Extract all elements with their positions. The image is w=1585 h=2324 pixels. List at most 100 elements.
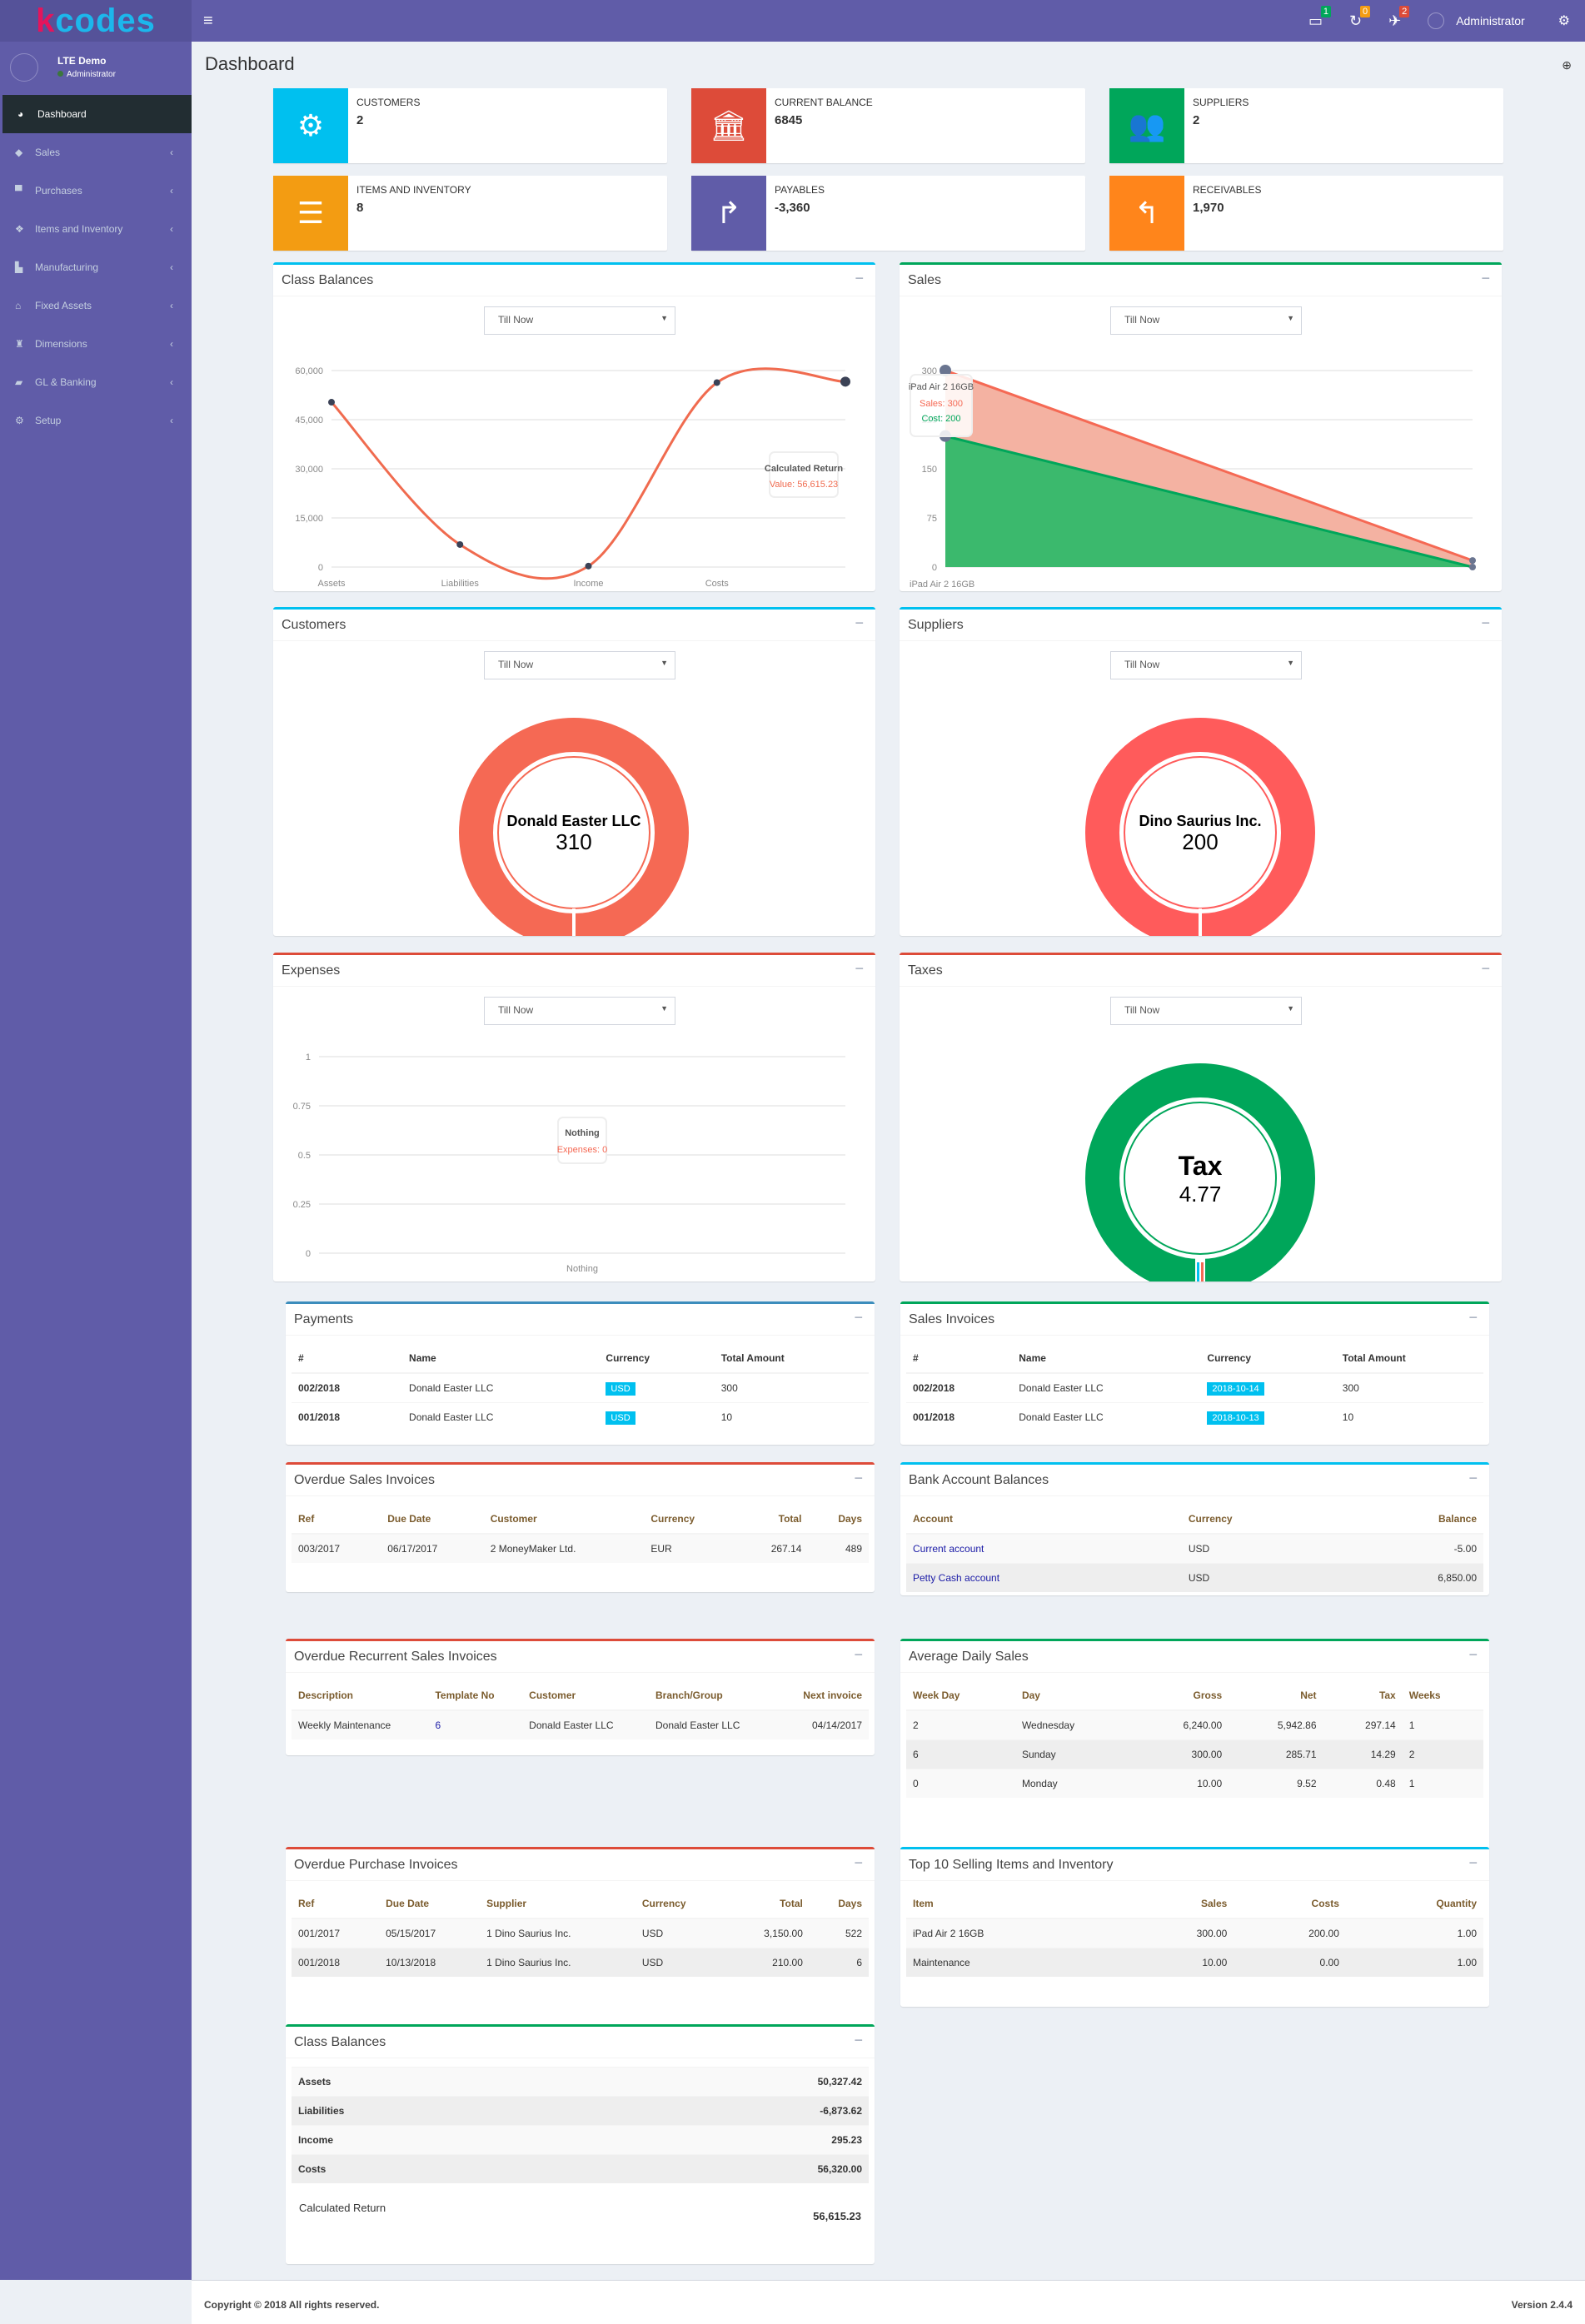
table-cell: Maintenance bbox=[906, 1948, 1122, 1977]
collapse-icon[interactable]: − bbox=[854, 1854, 863, 1872]
overdue-sales-panel: Overdue Sales Invoices − Ref Due Date Custo… bbox=[286, 1462, 875, 1592]
collapse-icon[interactable]: − bbox=[854, 1470, 863, 1487]
table-row: 2 Wednesday 6,240.00 5,942.86 297.14 1 bbox=[906, 1709, 1483, 1740]
table-cell: 1.00 bbox=[1345, 1948, 1483, 1977]
sidebar-item-fixed-assets[interactable]: ⌂ Fixed Assets ‹ bbox=[0, 286, 192, 325]
table-cell: USD bbox=[635, 1918, 727, 1948]
row-link[interactable]: Current account bbox=[913, 1543, 984, 1555]
row-link[interactable]: Petty Cash account bbox=[913, 1572, 999, 1584]
sidebar-item-manufacturing[interactable]: ▙ Manufacturing ‹ bbox=[0, 248, 192, 286]
table-cell: Donald Easter LLC bbox=[522, 1709, 649, 1739]
y-tick-label: 45,000 bbox=[295, 416, 323, 425]
panel-title: Taxes bbox=[908, 963, 943, 978]
table-header-row: Week Day Day Gross Net Tax Weeks bbox=[906, 1681, 1483, 1711]
panel-title: Average Daily Sales bbox=[909, 1650, 1029, 1664]
collapse-icon[interactable]: − bbox=[1481, 960, 1490, 978]
info-box-payables[interactable]: ↱ Payables -3,360 bbox=[691, 176, 1085, 251]
sidebar-item-label: Manufacturing bbox=[35, 261, 99, 273]
collapse-icon[interactable]: − bbox=[1481, 615, 1490, 632]
sidebar-item-setup[interactable]: ⚙ Setup ‹ bbox=[0, 401, 192, 440]
collapse-icon[interactable]: − bbox=[1468, 1309, 1478, 1326]
collapse-icon[interactable]: − bbox=[855, 270, 864, 287]
table-row: 001/2018 Donald Easter LLC 2018-10-13 10 bbox=[906, 1402, 1483, 1431]
row-link[interactable]: 6 bbox=[435, 1719, 441, 1731]
sidebar-toggle-icon[interactable]: ≡ bbox=[203, 12, 213, 31]
tooltip-value: Expenses: 0 bbox=[557, 1145, 608, 1155]
x-tick-label: Costs bbox=[705, 579, 730, 589]
info-box-suppliers[interactable]: 👥 Suppliers 2 bbox=[1109, 88, 1503, 163]
column-header: Weeks bbox=[1402, 1681, 1483, 1711]
sidebar-item-items-inventory[interactable]: ❖ Items and Inventory ‹ bbox=[0, 210, 192, 248]
table-cell: 6 bbox=[906, 1739, 1015, 1769]
table-row: 002/2018 Donald Easter LLC 2018-10-14 300 bbox=[906, 1372, 1483, 1403]
info-box-receivables[interactable]: ↰ Receivables 1,970 bbox=[1109, 176, 1503, 251]
info-box-customers[interactable]: ⚙ Customers 2 bbox=[273, 88, 667, 163]
tag-icon: ◆ bbox=[15, 147, 23, 158]
period-select[interactable]: Till Now ▼ bbox=[1110, 306, 1302, 335]
sidebar-item-label: Sales bbox=[35, 147, 61, 158]
donut-slice-small bbox=[1197, 1262, 1199, 1281]
period-select[interactable]: Till Now ▼ bbox=[1110, 997, 1302, 1025]
collapse-icon[interactable]: − bbox=[1468, 1646, 1478, 1664]
class-balances-table-panel: Class Balances − Assets 50,327.42 Liabiliti… bbox=[286, 2024, 875, 2264]
info-box-current-balance[interactable]: 🏛 Current Balance 6845 bbox=[691, 88, 1085, 163]
period-select[interactable]: Till Now ▼ bbox=[484, 997, 675, 1025]
binoculars-icon: ♜ bbox=[15, 338, 24, 350]
table-cell: 001/2018 bbox=[292, 1402, 403, 1431]
y-tick-label: 30,000 bbox=[295, 465, 323, 475]
page-title: Dashboard bbox=[205, 53, 295, 74]
credit-card-icon[interactable]: ▭ 1 bbox=[1308, 5, 1331, 30]
sidebar-item-dimensions[interactable]: ♜ Dimensions ‹ bbox=[0, 325, 192, 363]
help-icon[interactable]: ⊕ bbox=[1562, 58, 1572, 72]
collapse-icon[interactable]: − bbox=[854, 1309, 863, 1326]
sidebar-item-gl-banking[interactable]: ▰ GL & Banking ‹ bbox=[0, 363, 192, 401]
column-header: Sales bbox=[1121, 1889, 1234, 1919]
table-cell: USD bbox=[599, 1402, 715, 1431]
collapse-icon[interactable]: − bbox=[854, 1646, 863, 1664]
table-cell: 2018-10-14 bbox=[1200, 1372, 1336, 1403]
data-point bbox=[456, 540, 464, 548]
database-icon: ☰ bbox=[273, 176, 348, 251]
logo[interactable]: k codes bbox=[0, 0, 192, 42]
collapse-icon[interactable]: − bbox=[1481, 270, 1490, 287]
table-cell: 0.00 bbox=[1234, 1948, 1346, 1977]
table-cell: 10 bbox=[1335, 1402, 1483, 1431]
logo-k: k bbox=[36, 2, 56, 39]
period-select[interactable]: Till Now ▼ bbox=[1110, 651, 1302, 679]
table-cell: 6 bbox=[428, 1709, 523, 1739]
plane-icon[interactable]: ✈ 2 bbox=[1388, 5, 1410, 30]
sidebar-item-sales[interactable]: ◆ Sales ‹ bbox=[0, 133, 192, 172]
panel-title: Payments bbox=[294, 1312, 354, 1326]
table-cell: USD bbox=[599, 1372, 715, 1403]
sidebar-item-purchases[interactable]: ▀ Purchases ‹ bbox=[0, 172, 192, 210]
period-select[interactable]: Till Now ▼ bbox=[484, 651, 675, 679]
cogs-icon[interactable]: ⚙ bbox=[1558, 12, 1570, 29]
info-box-items[interactable]: ☰ Items and Inventory 8 bbox=[273, 176, 667, 251]
chevron-left-icon: ‹ bbox=[170, 415, 173, 426]
column-header: Net bbox=[1229, 1681, 1323, 1711]
y-tick-label: 0.25 bbox=[293, 1200, 311, 1210]
column-header: Currency bbox=[599, 1344, 715, 1374]
y-tick-label: 0 bbox=[932, 563, 937, 573]
caret-down-icon: ▼ bbox=[660, 314, 668, 322]
collapse-icon[interactable]: − bbox=[1468, 1470, 1478, 1487]
user-menu[interactable]: Administrator bbox=[1456, 14, 1524, 27]
user-avatar[interactable] bbox=[1428, 12, 1445, 29]
collapse-icon[interactable]: − bbox=[855, 615, 864, 632]
period-select[interactable]: Till Now ▼ bbox=[484, 306, 675, 335]
collapse-icon[interactable]: − bbox=[1468, 1854, 1478, 1872]
table-cell: 2018-10-13 bbox=[1200, 1402, 1336, 1431]
column-header: Item bbox=[906, 1889, 1122, 1919]
tooltip-title: Nothing bbox=[565, 1128, 600, 1138]
collapse-icon[interactable]: − bbox=[855, 960, 864, 978]
y-tick-label: 0 bbox=[318, 563, 323, 573]
sidebar-item-dashboard[interactable]: ◕ Dashboard bbox=[2, 95, 192, 133]
refresh-icon[interactable]: ↻ 0 bbox=[1349, 5, 1371, 30]
bank-icon: 🏛 bbox=[691, 88, 766, 163]
class-name: Costs bbox=[292, 2154, 585, 2183]
collapse-icon[interactable]: − bbox=[854, 2032, 863, 2049]
column-header: Currency bbox=[644, 1505, 737, 1535]
logo-text: codes bbox=[55, 2, 156, 39]
table-row: 6 Sunday 300.00 285.71 14.29 2 bbox=[906, 1739, 1483, 1769]
tooltip-box bbox=[769, 451, 839, 498]
